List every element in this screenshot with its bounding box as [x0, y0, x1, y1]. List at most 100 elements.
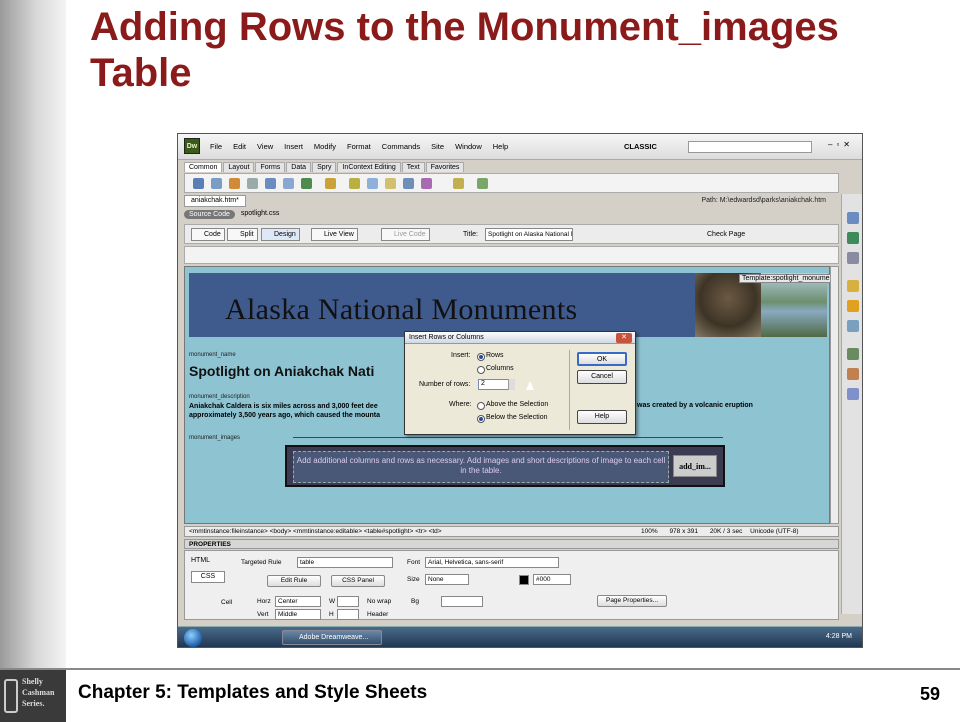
dialog-close-button[interactable]: ✕: [616, 333, 632, 343]
menu-bar: Dw File Edit View Insert Modify Format C…: [178, 134, 862, 160]
menu-window[interactable]: Window: [455, 142, 482, 151]
vert-select[interactable]: Middle: [275, 609, 321, 620]
files-panel-icon[interactable]: [847, 280, 859, 292]
rows-spinner[interactable]: [508, 379, 515, 390]
search-input[interactable]: [688, 141, 812, 153]
workspace-switcher[interactable]: CLASSIC: [624, 142, 657, 151]
check-page-button[interactable]: Check Page: [707, 231, 745, 238]
table-icon[interactable]: [265, 178, 276, 189]
menu-file[interactable]: File: [210, 142, 222, 151]
cancel-button[interactable]: Cancel: [577, 370, 627, 384]
monument-images-table[interactable]: Add additional columns and rows as neces…: [285, 445, 725, 487]
size-select[interactable]: None: [425, 574, 469, 585]
logo-mark-icon: [4, 679, 18, 713]
named-anchor-icon[interactable]: [229, 178, 240, 189]
size-label: Size: [407, 576, 420, 583]
tab-layout[interactable]: Layout: [223, 162, 255, 172]
tab-incontext-editing[interactable]: InContext Editing: [337, 162, 401, 172]
menu-insert[interactable]: Insert: [284, 142, 303, 151]
height-field[interactable]: [337, 609, 359, 620]
menu-edit[interactable]: Edit: [233, 142, 246, 151]
tab-spry[interactable]: Spry: [312, 162, 337, 172]
css-panel-button[interactable]: CSS Panel: [331, 575, 385, 587]
server-side-include-icon[interactable]: [367, 178, 378, 189]
insert-panel-icon[interactable]: [847, 212, 859, 224]
menu-format[interactable]: Format: [347, 142, 371, 151]
tag-chooser-icon[interactable]: [477, 178, 488, 189]
horz-label: Horz: [257, 598, 271, 605]
edit-rule-button[interactable]: Edit Rule: [267, 575, 321, 587]
standard-toolbar: [184, 246, 839, 264]
columns-radio[interactable]: Columns: [477, 365, 514, 374]
width-field[interactable]: [337, 596, 359, 607]
tab-text[interactable]: Text: [401, 162, 425, 172]
title-field[interactable]: Spotlight on Alaska National Mo: [485, 228, 573, 241]
templates-icon[interactable]: [453, 178, 464, 189]
snippets-icon[interactable]: [847, 388, 859, 400]
date-icon[interactable]: [349, 178, 360, 189]
design-scrollbar[interactable]: [830, 266, 839, 524]
font-select[interactable]: Arial, Helvetica, sans-serif: [425, 557, 559, 568]
script-icon[interactable]: [421, 178, 432, 189]
email-link-icon[interactable]: [211, 178, 222, 189]
tab-favorites[interactable]: Favorites: [425, 162, 465, 172]
targeted-rule-label: Targeted Rule: [241, 559, 282, 566]
css-mode-button[interactable]: CSS: [191, 571, 225, 583]
text-color-field[interactable]: #000: [533, 574, 571, 585]
above-selection-radio[interactable]: Above the Selection: [477, 401, 548, 410]
title-label: Title:: [463, 231, 478, 238]
comment-icon[interactable]: [385, 178, 396, 189]
image-cell-text[interactable]: Add additional columns and rows as neces…: [293, 451, 669, 483]
windows-start-icon[interactable]: [184, 629, 202, 647]
window-controls[interactable]: –▫✕: [828, 140, 854, 149]
horz-select[interactable]: Center: [275, 596, 321, 607]
live-view-button[interactable]: Live View: [311, 228, 358, 241]
source-code-button[interactable]: Source Code: [184, 210, 235, 219]
div-icon[interactable]: [283, 178, 294, 189]
tab-forms[interactable]: Forms: [255, 162, 286, 172]
head-icon[interactable]: [403, 178, 414, 189]
ok-button[interactable]: OK: [577, 352, 627, 366]
horizontal-rule-icon[interactable]: [247, 178, 258, 189]
properties-header[interactable]: PROPERTIES: [184, 539, 839, 549]
menu-commands[interactable]: Commands: [382, 142, 420, 151]
design-view-button[interactable]: Design: [261, 228, 300, 241]
text-color-swatch[interactable]: [519, 575, 529, 585]
spotlight-heading[interactable]: Spotlight on Aniakchak Nati: [189, 363, 374, 379]
html-mode-button[interactable]: HTML: [191, 557, 210, 564]
help-button[interactable]: Help: [577, 410, 627, 424]
hyperlink-icon[interactable]: [193, 178, 204, 189]
add-image-placeholder[interactable]: add_im...: [673, 455, 717, 477]
slide-side-strip: [0, 0, 66, 668]
menu-view[interactable]: View: [257, 142, 273, 151]
rows-radio[interactable]: Rows: [477, 352, 504, 361]
related-file-spotlight-css[interactable]: spotlight.css: [241, 210, 280, 219]
download-time: 20K / 3 sec: [709, 528, 743, 535]
menu-help[interactable]: Help: [493, 142, 508, 151]
images-icon[interactable]: [301, 178, 312, 189]
taskbar-dreamweaver-item[interactable]: Adobe Dreamweave...: [282, 630, 382, 645]
databases-icon[interactable]: [847, 320, 859, 332]
behaviors-icon[interactable]: [847, 300, 859, 312]
css-styles-icon[interactable]: [847, 232, 859, 244]
tab-data[interactable]: Data: [286, 162, 312, 172]
bg-color-field[interactable]: [441, 596, 483, 607]
tab-common[interactable]: Common: [184, 162, 223, 172]
logo-line-1: Shelly: [22, 677, 43, 686]
window-size[interactable]: 978 x 391: [669, 528, 698, 535]
document-tab[interactable]: aniakchak.htm*: [184, 195, 246, 207]
below-selection-radio[interactable]: Below the Selection: [477, 414, 547, 423]
targeted-rule-select[interactable]: table: [297, 557, 393, 568]
media-icon[interactable]: [325, 178, 336, 189]
live-code-button[interactable]: Live Code: [381, 228, 430, 241]
menu-modify[interactable]: Modify: [314, 142, 336, 151]
code-view-button[interactable]: Code: [191, 228, 225, 241]
page-properties-button[interactable]: Page Properties...: [597, 595, 667, 607]
site-map-icon[interactable]: [847, 348, 859, 360]
split-view-button[interactable]: Split: [227, 228, 258, 241]
assets-icon[interactable]: [847, 368, 859, 380]
description-continued: was created by a volcanic eruption: [637, 402, 753, 409]
ap-elements-icon[interactable]: [847, 252, 859, 264]
zoom-level[interactable]: 100%: [641, 528, 658, 535]
menu-site[interactable]: Site: [431, 142, 444, 151]
